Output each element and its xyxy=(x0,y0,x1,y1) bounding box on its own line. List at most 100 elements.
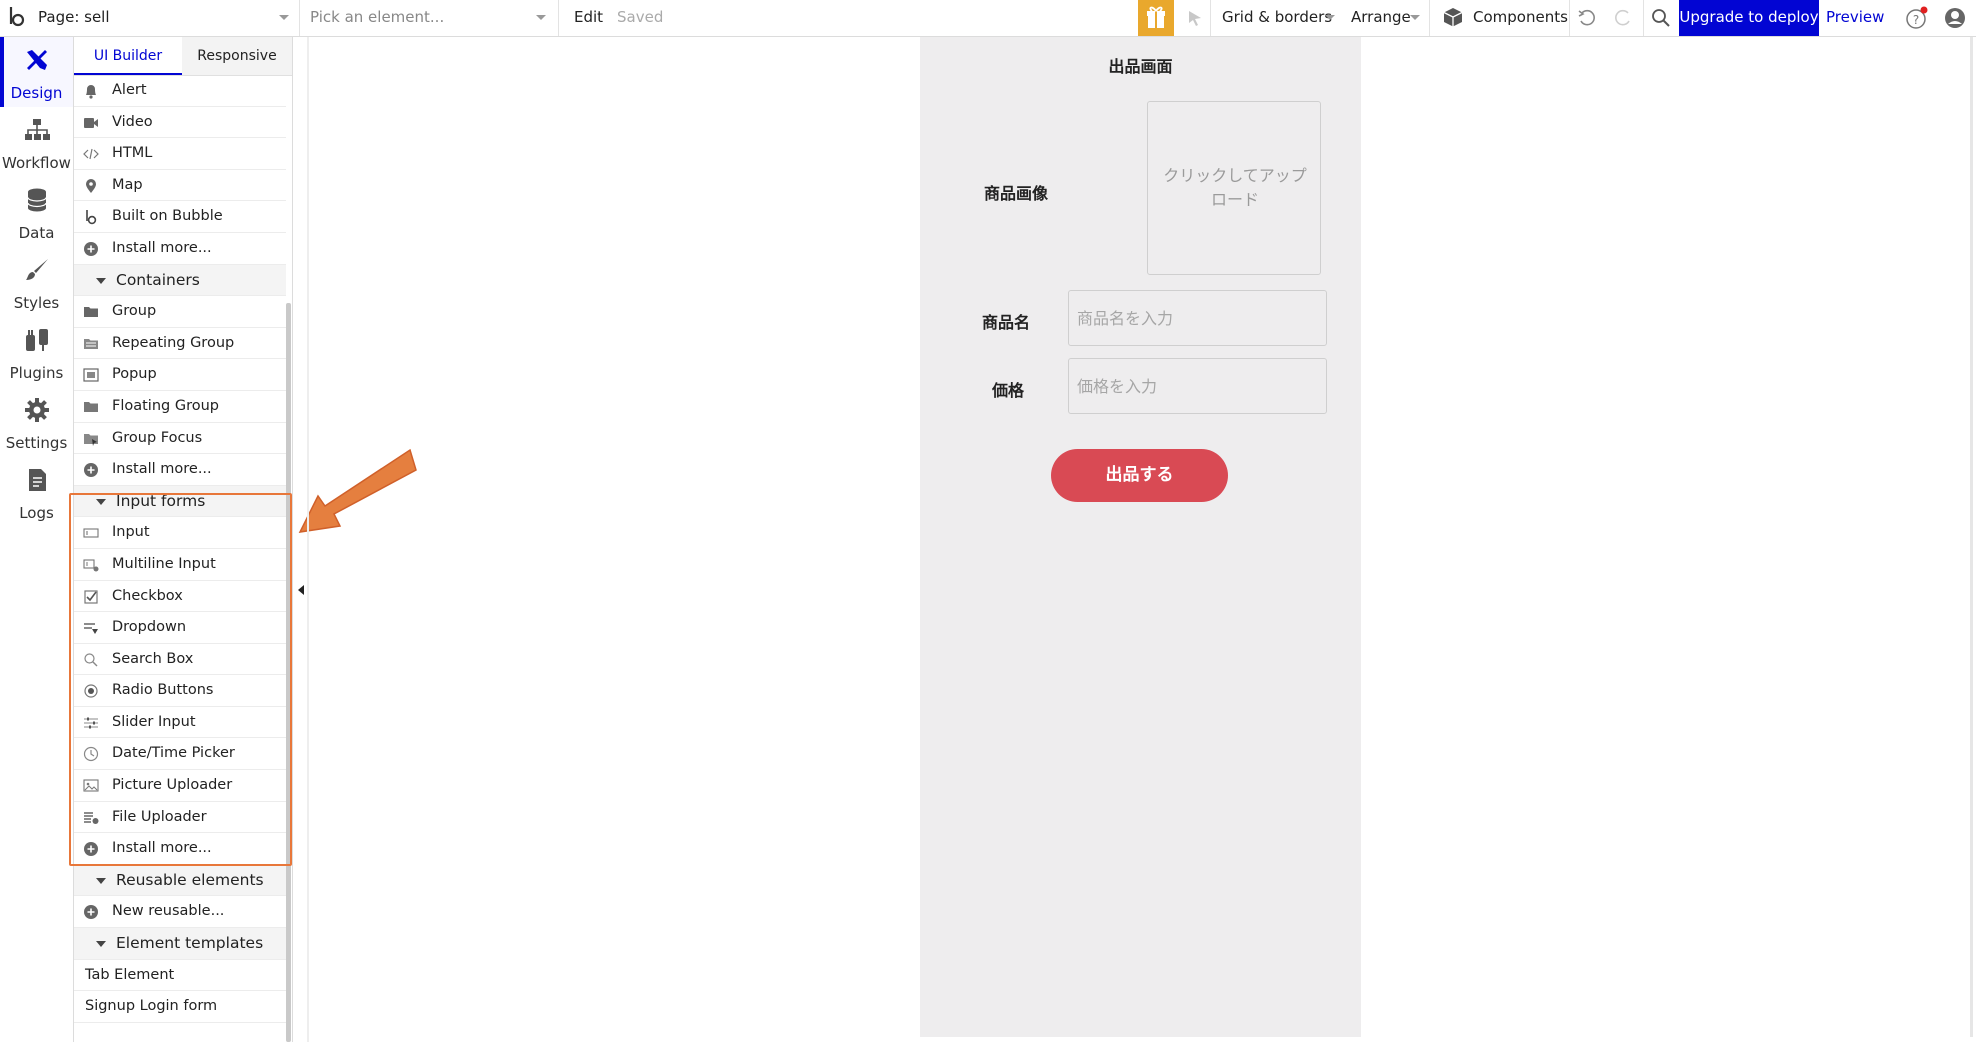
tab-responsive[interactable]: Responsive xyxy=(182,37,292,75)
workflow-icon xyxy=(24,117,50,143)
canvas-scrollbar[interactable] xyxy=(1970,37,1973,1037)
palette-item-built-on-bubble[interactable]: Built on Bubble xyxy=(74,201,286,233)
database-icon xyxy=(24,187,50,213)
nav-settings[interactable]: Settings xyxy=(0,387,73,457)
grid-borders-menu[interactable]: Grid & borders xyxy=(1222,0,1332,36)
arrange-menu[interactable]: Arrange xyxy=(1351,0,1411,36)
annotation-arrow-icon xyxy=(298,446,418,538)
cube-icon[interactable] xyxy=(1442,6,1464,28)
plug-icon xyxy=(24,327,50,353)
chevron-down-icon[interactable] xyxy=(1410,15,1420,20)
plus-circle-icon xyxy=(83,241,99,257)
palette-item-label: Group Focus xyxy=(112,429,203,446)
palette-section-element-templates[interactable]: Element templates xyxy=(74,928,286,960)
gift-icon[interactable] xyxy=(1138,0,1174,36)
bell-icon xyxy=(83,83,99,99)
tab-ui-builder[interactable]: UI Builder xyxy=(74,37,182,75)
search-icon[interactable] xyxy=(1651,8,1671,28)
product-image-label: 商品画像 xyxy=(984,184,1049,203)
svg-text:?: ? xyxy=(1913,13,1919,27)
collapse-panel-icon[interactable] xyxy=(298,585,304,595)
map-pin-icon xyxy=(83,178,99,194)
palette-section-containers[interactable]: Containers xyxy=(74,264,286,297)
bubble-logo-icon[interactable] xyxy=(6,5,28,29)
undo-icon[interactable] xyxy=(1577,8,1597,28)
redo-icon[interactable] xyxy=(1613,8,1633,28)
divider xyxy=(1569,0,1570,36)
palette-tabs: UI Builder Responsive xyxy=(74,37,292,76)
chevron-down-icon[interactable] xyxy=(536,15,546,20)
help-icon[interactable]: ? xyxy=(1905,6,1929,30)
palette-item-label: Reusable elements xyxy=(116,870,264,889)
divider xyxy=(1429,0,1430,36)
design-icon xyxy=(24,47,50,73)
palette-item-label: Floating Group xyxy=(112,397,219,414)
caret-down-icon xyxy=(96,877,106,884)
palette-item-label: Popup xyxy=(112,366,157,383)
preview-button[interactable]: Preview xyxy=(1826,0,1884,36)
palette-item-label: HTML xyxy=(112,145,153,162)
palette-item-new-reusable[interactable]: New reusable... xyxy=(74,896,286,929)
page-selector[interactable]: Page: sell xyxy=(38,0,110,36)
caret-down-icon xyxy=(96,277,106,284)
palette-item-floating-group[interactable]: Floating Group xyxy=(74,391,286,423)
palette-item-video[interactable]: Video xyxy=(74,107,286,139)
page-canvas[interactable]: 出品画面 商品画像 クリックしてアップロード 商品名 価格 出品する xyxy=(920,37,1361,1037)
cursor-icon[interactable] xyxy=(1186,9,1204,27)
video-icon xyxy=(83,115,99,131)
picture-uploader[interactable]: クリックしてアップロード xyxy=(1147,101,1321,275)
palette-item-label: Repeating Group xyxy=(112,334,235,351)
gear-icon xyxy=(24,397,50,423)
list-item-submit-button[interactable]: 出品する xyxy=(1051,449,1228,502)
brush-icon xyxy=(24,257,50,283)
palette-item-map[interactable]: Map xyxy=(74,170,286,202)
chevron-down-icon[interactable] xyxy=(1325,15,1335,20)
uploader-hint: クリックしてアップロード xyxy=(1163,166,1307,209)
divider xyxy=(1643,0,1644,36)
top-toolbar: Page: sell Pick an element... Edit Saved… xyxy=(0,0,1976,37)
palette-item-label: Element templates xyxy=(116,934,264,953)
palette-item-label: Group xyxy=(112,303,157,320)
upgrade-to-deploy-button[interactable]: Upgrade to deploy xyxy=(1679,0,1819,36)
nav-data[interactable]: Data xyxy=(0,177,73,247)
floating-group-icon xyxy=(83,399,99,415)
palette-item-label: Install more... xyxy=(112,461,212,478)
nav-styles[interactable]: Styles xyxy=(0,247,73,317)
product-name-input[interactable] xyxy=(1068,290,1327,346)
edit-menu[interactable]: Edit xyxy=(574,0,603,36)
popup-icon xyxy=(83,367,99,383)
palette-item-group-focus[interactable]: Group Focus xyxy=(74,423,286,455)
palette-item-alert[interactable]: Alert xyxy=(74,75,286,107)
palette-item-signup-login-form[interactable]: Signup Login form xyxy=(74,991,286,1023)
palette-item-install-more[interactable]: Install more... xyxy=(74,454,286,486)
palette-section-reusable-elements[interactable]: Reusable elements xyxy=(74,864,286,897)
price-label: 価格 xyxy=(992,381,1025,400)
nav-workflow[interactable]: Workflow xyxy=(0,107,73,177)
palette-item-group[interactable]: Group xyxy=(74,296,286,328)
nav-plugins[interactable]: Plugins xyxy=(0,317,73,387)
folder-icon xyxy=(83,304,99,320)
palette-item-html[interactable]: HTML xyxy=(74,138,286,170)
palette-item-label: Tab Element xyxy=(85,966,175,983)
page-title: 出品画面 xyxy=(1108,57,1173,76)
palette-item-repeating-group[interactable]: Repeating Group xyxy=(74,328,286,360)
palette-item-tab-element[interactable]: Tab Element xyxy=(74,960,286,992)
canvas-edge xyxy=(307,37,309,1042)
palette-item-label: Containers xyxy=(116,270,200,289)
components-button[interactable]: Components xyxy=(1473,0,1568,36)
palette-item-popup[interactable]: Popup xyxy=(74,359,286,391)
palette-item-install-more[interactable]: Install more... xyxy=(74,233,286,265)
element-picker[interactable]: Pick an element... xyxy=(310,0,444,36)
bubble-logo-icon xyxy=(83,209,99,225)
left-nav-rail: Design Workflow Data Styles Plugins Sett… xyxy=(0,37,74,1042)
divider xyxy=(1210,0,1211,36)
user-avatar-icon[interactable] xyxy=(1944,7,1966,29)
code-icon xyxy=(83,146,99,162)
plus-circle-icon xyxy=(83,904,99,920)
nav-logs[interactable]: Logs xyxy=(0,457,73,527)
chevron-down-icon[interactable] xyxy=(279,15,289,20)
nav-design[interactable]: Design xyxy=(0,37,73,107)
price-input[interactable] xyxy=(1068,358,1327,414)
plus-circle-icon xyxy=(83,462,99,478)
group-focus-icon xyxy=(83,431,99,447)
